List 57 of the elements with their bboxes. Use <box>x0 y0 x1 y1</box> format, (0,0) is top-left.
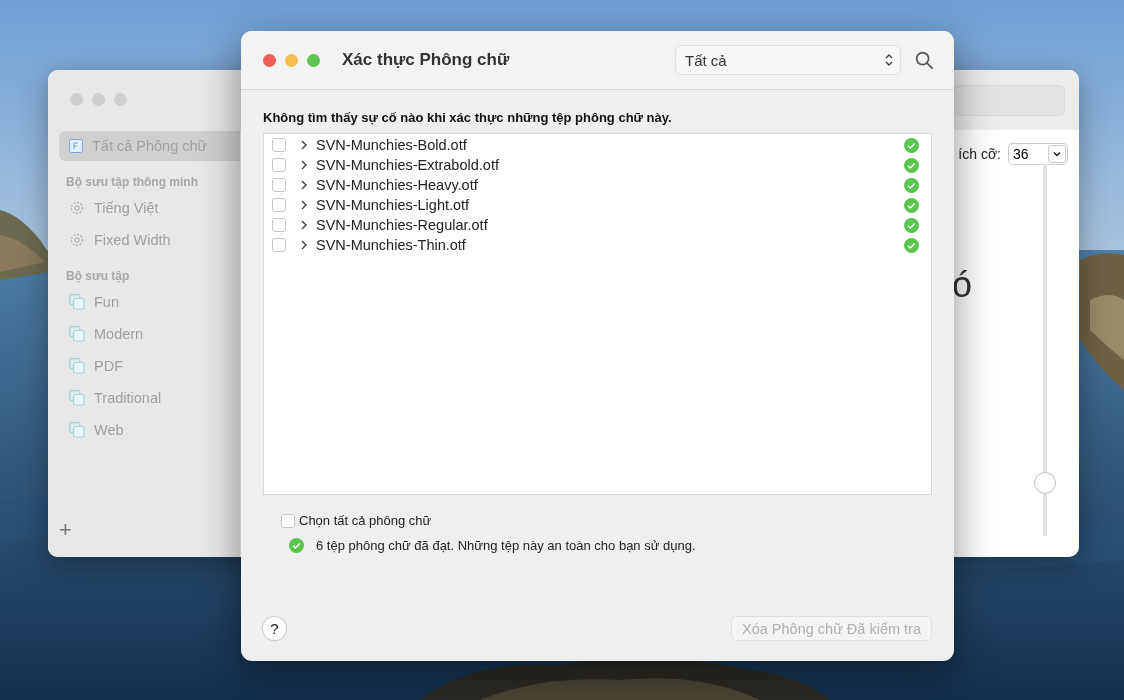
collection-icon <box>69 422 85 438</box>
checkbox-label: Chọn tất cả phông chữ <box>299 513 432 528</box>
font-file-name: SVN-Munchies-Thin.otf <box>316 237 467 253</box>
disclosure-chevron-icon[interactable] <box>300 140 308 150</box>
preview-glyph: ó <box>951 264 972 306</box>
search-button[interactable] <box>915 50 934 70</box>
window-title: Xác thực Phông chữ <box>342 50 511 70</box>
font-file-name: SVN-Munchies-Light.otf <box>316 197 471 213</box>
chevron-down-icon[interactable] <box>1049 146 1065 162</box>
zoom-icon[interactable] <box>307 53 320 67</box>
sidebar-item[interactable]: PDF <box>59 351 240 381</box>
filter-popup[interactable]: Tất cả <box>675 45 901 75</box>
checkbox[interactable] <box>272 198 286 212</box>
add-button[interactable]: + <box>59 517 81 543</box>
font-file-name: SVN-Munchies-Bold.otf <box>316 137 468 153</box>
collection-icon <box>69 390 85 406</box>
font-file-name: SVN-Munchies-Regular.otf <box>316 217 489 233</box>
gear-icon <box>69 232 85 248</box>
checkbox[interactable] <box>272 218 286 232</box>
window-control-icon[interactable] <box>70 93 83 106</box>
font-file-name: SVN-Munchies-Heavy.otf <box>316 177 479 193</box>
sidebar-item[interactable]: Tiếng Việt <box>59 193 240 223</box>
disclosure-chevron-icon[interactable] <box>300 240 308 250</box>
checkbox[interactable] <box>272 138 286 152</box>
window-control-icon[interactable] <box>92 93 105 106</box>
checkbox[interactable] <box>272 178 286 192</box>
sidebar-item[interactable]: Web <box>59 415 240 445</box>
sidebar-item[interactable]: Modern <box>59 319 240 349</box>
up-down-arrows-icon <box>884 52 894 68</box>
checkbox[interactable] <box>272 158 286 172</box>
sidebar-item[interactable]: Fixed Width <box>59 225 240 255</box>
disclosure-chevron-icon[interactable] <box>300 160 308 170</box>
sidebar-item[interactable]: Fun <box>59 287 240 317</box>
slider-thumb[interactable] <box>1034 472 1056 494</box>
font-file-name: SVN-Munchies-Extrabold.otf <box>316 157 500 173</box>
section-header: Bộ sưu tập thông minh <box>65 174 199 191</box>
collection-icon <box>69 358 85 374</box>
help-button[interactable]: ? <box>263 617 286 640</box>
disclosure-chevron-icon[interactable] <box>300 220 308 230</box>
close-icon[interactable] <box>263 53 276 67</box>
result-message: Không tìm thấy sự cố nào khi xác thực những tệp phông chữ này. <box>263 110 673 125</box>
section-header: Bộ sưu tập <box>65 268 131 285</box>
summary-text: 6 tệp phông chữ đã đạt. Những tệp này an toàn cho bạn sử dụng. <box>316 538 696 553</box>
font-file-icon <box>69 139 83 153</box>
minimize-icon[interactable] <box>285 53 298 67</box>
checkbox[interactable] <box>281 513 295 528</box>
window-control-icon[interactable] <box>114 93 127 106</box>
disclosure-chevron-icon[interactable] <box>300 200 308 210</box>
collection-icon <box>69 326 85 342</box>
search-field[interactable] <box>953 84 1065 116</box>
size-label: ích cỡ: <box>958 146 1001 162</box>
disclosure-chevron-icon[interactable] <box>300 180 308 190</box>
gear-icon <box>69 200 85 216</box>
collection-icon <box>69 294 85 310</box>
size-combo-box[interactable]: 36 <box>1009 144 1067 164</box>
checkbox[interactable] <box>272 238 286 252</box>
sidebar-item[interactable]: Traditional <box>59 383 240 413</box>
